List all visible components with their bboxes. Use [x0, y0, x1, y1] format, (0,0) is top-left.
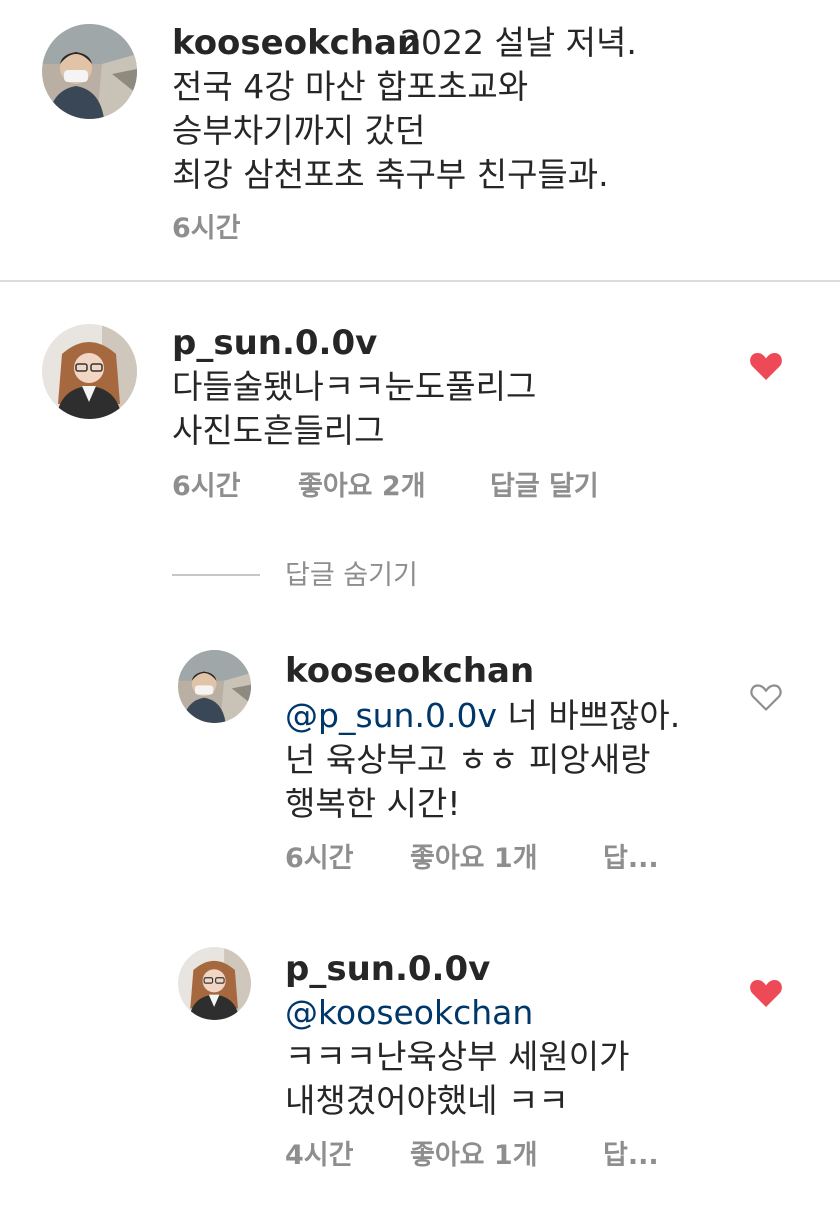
- comment-text-line-1: 다들술됐나ㅋㅋ눈도풀리그: [172, 367, 537, 406]
- mention-link[interactable]: @p_sun.0.0v: [285, 696, 497, 735]
- comment-likes-count[interactable]: 좋아요 2개: [298, 470, 426, 504]
- comment-timestamp: 6시간: [172, 471, 241, 502]
- reply-text-line-2: 넌 육상부고 ㅎㅎ 피앙새랑: [285, 740, 651, 779]
- caption-text-line-4: 최강 삼천포초 축구부 친구들과.: [172, 155, 609, 194]
- caption-text-line-3: 승부차기까지 갔던: [172, 111, 426, 150]
- avatar-p-sun[interactable]: [42, 324, 137, 419]
- hide-replies-button[interactable]: 답글 숨기기: [285, 559, 418, 593]
- reply-text-line-3: 행복한 시간!: [285, 784, 461, 823]
- avatar-kooseokchan[interactable]: [178, 650, 251, 723]
- caption-divider: [0, 280, 840, 282]
- heart-outline-icon[interactable]: [749, 682, 783, 712]
- comment-username[interactable]: p_sun.0.0v: [172, 322, 377, 364]
- avatar-p-sun[interactable]: [178, 947, 251, 1020]
- reply-timestamp: 4시간: [285, 1140, 354, 1171]
- comment-text-line-2: 사진도흔들리그: [172, 411, 385, 450]
- caption-username[interactable]: kooseokchan: [172, 22, 421, 64]
- avatar-image: [178, 650, 251, 723]
- reply-likes-count[interactable]: 좋아요 1개: [410, 842, 538, 876]
- heart-filled-icon[interactable]: [749, 978, 783, 1008]
- reply-text-line-3: 내챙겼어야했네 ㅋㅋ: [285, 1081, 569, 1120]
- reply-text-line-1: @p_sun.0.0v 너 바쁘잖아.: [285, 695, 680, 737]
- reply-likes-count[interactable]: 좋아요 1개: [410, 1139, 538, 1173]
- avatar-kooseokchan[interactable]: [42, 24, 137, 119]
- reply-timestamp: 6시간: [285, 843, 354, 874]
- caption-text-line-1: 2022 설날 저녁.: [400, 23, 637, 62]
- hide-replies-line: [172, 574, 260, 576]
- reply-button[interactable]: 답...: [603, 1139, 659, 1173]
- reply-text-line-1-rest: 너 바쁘잖아.: [496, 696, 681, 735]
- reply-username[interactable]: kooseokchan: [285, 650, 534, 692]
- heart-filled-icon[interactable]: [749, 351, 783, 381]
- avatar-image: [178, 947, 251, 1020]
- avatar-image: [42, 324, 137, 419]
- reply-username[interactable]: p_sun.0.0v: [285, 948, 490, 990]
- reply-button[interactable]: 답글 달기: [490, 470, 599, 504]
- caption-timestamp: 6시간: [172, 213, 241, 244]
- caption-text-line-2: 전국 4강 마산 합포초교와: [172, 67, 529, 106]
- reply-text-line-1: @kooseokchan: [285, 992, 533, 1034]
- mention-link[interactable]: @kooseokchan: [285, 993, 533, 1032]
- reply-text-line-2: ㅋㅋㅋ난육상부 세원이가: [285, 1037, 630, 1076]
- reply-button[interactable]: 답...: [603, 842, 659, 876]
- avatar-image: [42, 24, 137, 119]
